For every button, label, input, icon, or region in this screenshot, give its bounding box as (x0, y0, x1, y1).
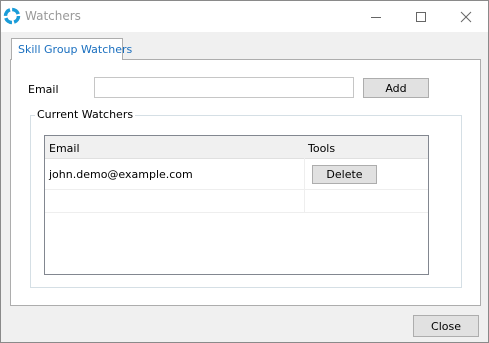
maximize-icon (415, 11, 426, 22)
current-watchers-group: Current Watchers Email Tools john.demo@e… (30, 108, 462, 288)
window-close-button[interactable] (443, 1, 488, 32)
watchers-grid: Email Tools john.demo@example.com Delete (44, 135, 429, 275)
grid-header: Email Tools (45, 136, 428, 159)
column-divider (304, 158, 305, 189)
add-button[interactable]: Add (363, 78, 429, 98)
close-icon (460, 11, 471, 22)
tab-panel: Email Add Current Watchers Email Tools j… (10, 59, 481, 306)
table-row-empty[interactable] (45, 190, 428, 213)
column-header-email[interactable]: Email (49, 142, 80, 155)
window-title: Watchers (25, 9, 81, 23)
column-header-tools[interactable]: Tools (308, 142, 335, 155)
minimize-button[interactable] (353, 1, 398, 32)
app-logo-icon (3, 7, 21, 25)
title-bar: Watchers (1, 1, 488, 32)
minimize-icon (370, 16, 381, 18)
watchers-window: Watchers Skill Group Watchers Email Add … (0, 0, 489, 343)
email-input[interactable] (94, 77, 354, 98)
maximize-button[interactable] (398, 1, 443, 32)
watcher-email-cell: john.demo@example.com (49, 168, 193, 181)
email-label: Email (28, 83, 59, 96)
close-button[interactable]: Close (413, 315, 479, 337)
table-row[interactable]: john.demo@example.com Delete (45, 158, 428, 190)
column-divider (304, 190, 305, 212)
tab-label: Skill Group Watchers (18, 43, 133, 56)
tab-skill-group-watchers[interactable]: Skill Group Watchers (11, 38, 132, 60)
delete-button[interactable]: Delete (312, 165, 377, 184)
group-label: Current Watchers (35, 108, 136, 121)
